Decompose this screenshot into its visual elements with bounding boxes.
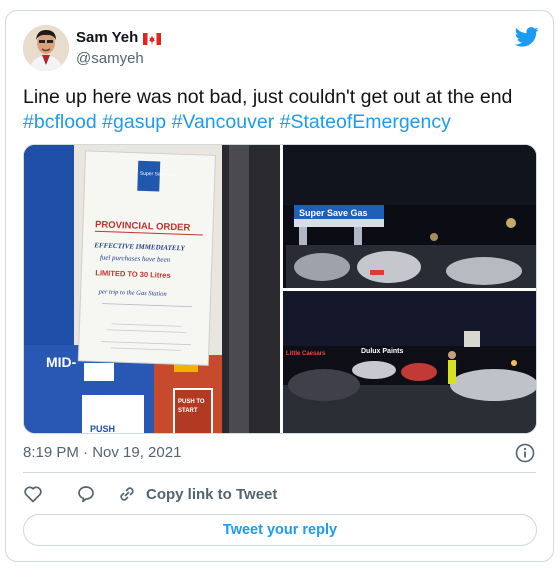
info-icon[interactable] <box>515 443 535 463</box>
author-name-row: Sam Yeh <box>76 29 162 46</box>
author-name[interactable]: Sam Yeh <box>76 29 138 46</box>
avatar[interactable] <box>23 25 69 71</box>
media-grid[interactable]: MID- PUSH PUSH TO START Super Save Gas PR… <box>23 144 537 434</box>
tweet-card: Sam Yeh @samyeh Line up here was not bad… <box>5 10 554 562</box>
tweet-actions: Copy link to Tweet <box>23 484 277 504</box>
hashtag-vancouver[interactable]: #Vancouver <box>172 111 275 133</box>
copy-link-button[interactable]: Copy link to Tweet <box>117 484 277 504</box>
store-sign-1: Little Caesars <box>286 351 326 357</box>
station-sign: Super Save Gas <box>299 208 368 218</box>
tweet-body: Line up here was not bad, just couldn't … <box>23 86 513 108</box>
author-handle[interactable]: @samyeh <box>76 50 144 67</box>
tweet-timestamp[interactable]: 8:19 PM · Nov 19, 2021 <box>23 444 181 461</box>
tweet-text: Line up here was not bad, just couldn't … <box>23 85 543 135</box>
photo-pump-sign[interactable]: MID- PUSH PUSH TO START Super Save Gas PR… <box>24 145 280 434</box>
speech-bubble-icon <box>78 486 94 503</box>
hashtag-gasup[interactable]: #gasup <box>102 111 166 133</box>
avatar-image <box>23 25 69 71</box>
twitter-bird-icon[interactable] <box>514 27 539 47</box>
hashtag-row: #bcflood #gasup #Vancouver #StateofEmerg… <box>23 110 543 135</box>
tweet-your-reply-button[interactable]: Tweet your reply <box>23 514 537 546</box>
divider <box>23 472 536 473</box>
pump-grade-label: MID- <box>46 354 77 370</box>
heart-icon <box>24 486 42 503</box>
copy-link-label: Copy link to Tweet <box>146 485 278 503</box>
link-icon <box>120 487 134 501</box>
photo-lineup[interactable]: Little Caesars Dulux Paints <box>283 291 537 434</box>
canada-flag-icon <box>143 32 162 45</box>
photo-gas-station[interactable]: Super Save Gas <box>283 145 537 288</box>
hashtag-stateofemergency[interactable]: #StateofEmergency <box>280 111 451 133</box>
store-sign-2: Dulux Paints <box>361 348 404 355</box>
reply-icon-button[interactable] <box>76 484 96 504</box>
like-button[interactable] <box>23 484 43 504</box>
hashtag-bcflood[interactable]: #bcflood <box>23 111 97 133</box>
push-label-bottom: PUSH <box>90 424 115 434</box>
